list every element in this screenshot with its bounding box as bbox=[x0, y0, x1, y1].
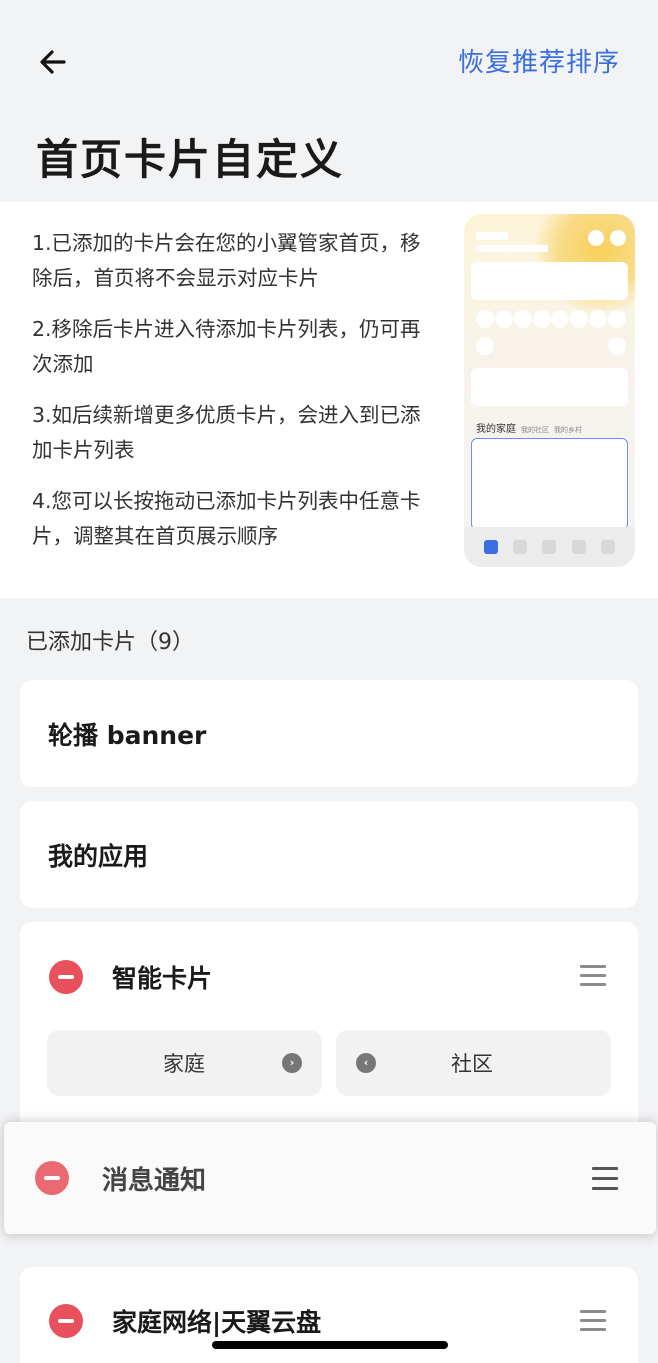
page-title: 首页卡片自定义 bbox=[36, 135, 345, 184]
intro-panel: 1.已添加的卡片会在您的小翼管家首页，移除后，首页将不会显示对应卡片 2.移除后… bbox=[0, 202, 658, 598]
remove-icon[interactable] bbox=[49, 1304, 83, 1338]
added-card-banner[interactable]: 轮播 banner bbox=[20, 680, 638, 787]
card-title: 我的应用 bbox=[48, 841, 149, 871]
preview-card bbox=[471, 368, 628, 406]
remove-icon[interactable] bbox=[49, 960, 83, 994]
intro-instructions: 1.已添加的卡片会在您的小翼管家首页，移除后，首页将不会显示对应卡片 2.移除后… bbox=[32, 226, 427, 570]
drag-handle-icon[interactable] bbox=[580, 1310, 606, 1332]
intro-item: 4.您可以长按拖动已添加卡片列表中任意卡片，调整其在首页展示顺序 bbox=[32, 489, 421, 548]
chevron-right-icon[interactable]: › bbox=[282, 1053, 302, 1073]
chevron-left-icon[interactable]: ‹ bbox=[356, 1053, 376, 1073]
drag-handle-icon[interactable] bbox=[592, 1167, 618, 1190]
card-title: 消息通知 bbox=[102, 1165, 207, 1196]
home-indicator bbox=[212, 1341, 448, 1349]
preview-app-grid bbox=[476, 310, 626, 355]
preview-tab-main: 我的家庭 bbox=[476, 424, 516, 435]
restore-default-order-button[interactable]: 恢复推荐排序 bbox=[458, 42, 620, 79]
preview-header-dot bbox=[588, 230, 604, 246]
card-title: 轮播 banner bbox=[48, 720, 207, 750]
smart-card-sub-item-home[interactable]: 家庭 › bbox=[47, 1030, 322, 1096]
intro-item: 1.已添加的卡片会在您的小翼管家首页，移除后，首页将不会显示对应卡片 bbox=[32, 231, 421, 290]
card-title: 智能卡片 bbox=[112, 964, 213, 993]
intro-item: 3.如后续新增更多优质卡片，会进入到已添加卡片列表 bbox=[32, 403, 421, 462]
arrow-left-icon bbox=[40, 50, 66, 74]
homepage-preview-illustration: 我的家庭 我的社区 我的乡村 bbox=[464, 214, 635, 567]
added-card-my-apps[interactable]: 我的应用 bbox=[20, 801, 638, 908]
remove-icon[interactable] bbox=[35, 1161, 69, 1195]
sub-item-label: 家庭 bbox=[163, 1052, 205, 1076]
preview-title-bar bbox=[476, 232, 508, 240]
preview-bottom-nav bbox=[464, 527, 635, 567]
preview-card bbox=[471, 262, 628, 300]
preview-tabs: 我的家庭 我的社区 我的乡村 bbox=[476, 420, 582, 435]
intro-item: 2.移除后卡片进入待添加卡片列表，仍可再次添加 bbox=[32, 317, 421, 376]
preview-tab: 我的乡村 bbox=[554, 426, 582, 434]
back-button[interactable] bbox=[34, 42, 74, 82]
dragging-card-message-notification[interactable]: 消息通知 bbox=[4, 1122, 656, 1234]
smart-card-sub-item-community[interactable]: ‹ 社区 bbox=[336, 1030, 611, 1096]
preview-subtitle-bar bbox=[476, 245, 548, 252]
added-card-smart-card[interactable]: 智能卡片 家庭 › ‹ 社区 bbox=[20, 922, 638, 1132]
page: 恢复推荐排序 首页卡片自定义 1.已添加的卡片会在您的小翼管家首页，移除后，首页… bbox=[0, 0, 658, 1363]
drag-handle-icon[interactable] bbox=[580, 965, 606, 987]
sub-item-label: 社区 bbox=[451, 1052, 493, 1076]
preview-header-dot bbox=[610, 230, 626, 246]
preview-highlighted-card bbox=[471, 438, 628, 530]
preview-tab: 我的社区 bbox=[521, 426, 549, 434]
added-cards-section-title: 已添加卡片（9） bbox=[26, 630, 194, 655]
